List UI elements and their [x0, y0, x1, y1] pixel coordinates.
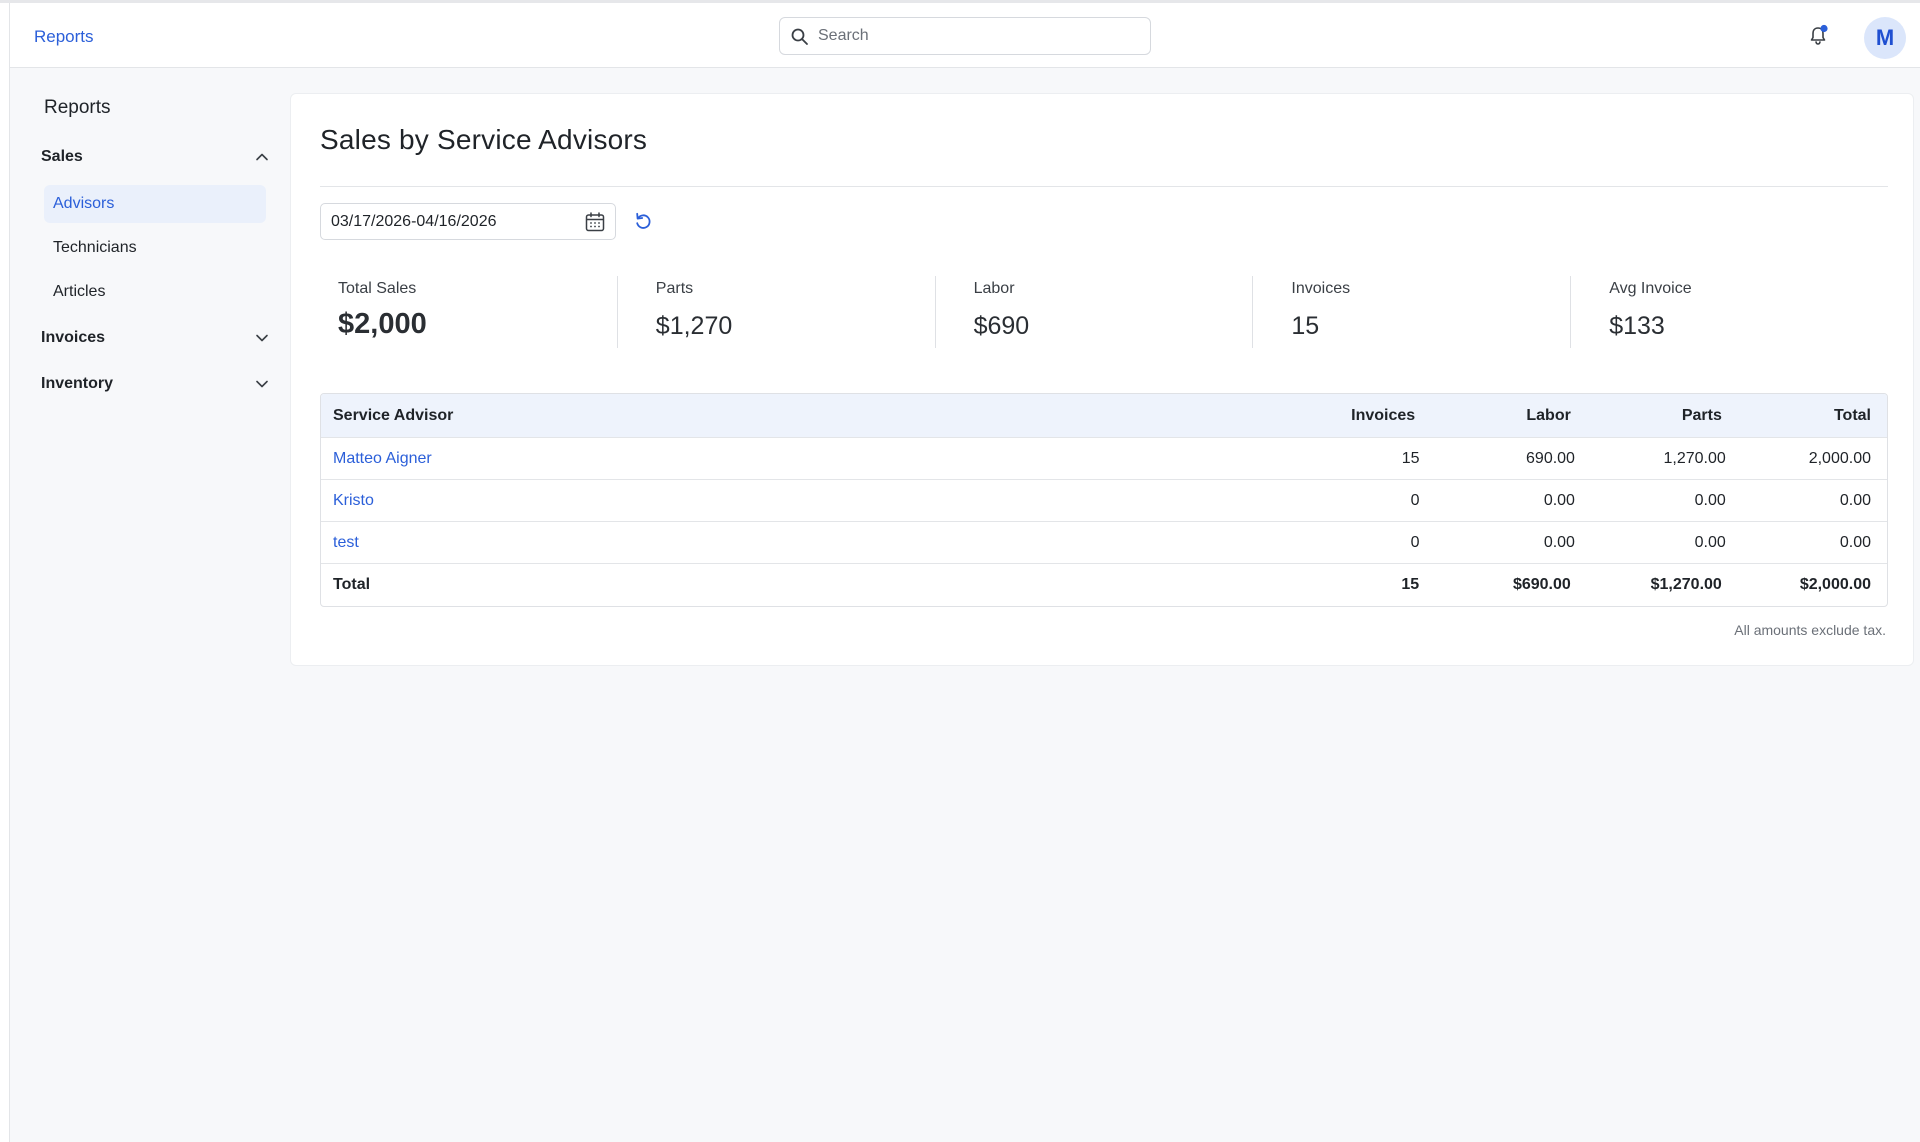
- cell-invoices: 0: [1410, 491, 1420, 509]
- table-row: Matteo Aigner 15 690.00 1,270.00 2,000.0…: [321, 437, 1887, 479]
- cell-labor: 0.00: [1543, 533, 1575, 551]
- sidebar-group-sales[interactable]: Sales: [41, 140, 271, 174]
- notification-bell-icon[interactable]: [1805, 23, 1831, 49]
- kpi-value: $690: [973, 312, 1030, 340]
- total-invoices: 15: [1401, 576, 1420, 593]
- date-range-picker[interactable]: [320, 203, 616, 240]
- breadcrumb-reports[interactable]: Reports: [34, 27, 94, 47]
- kpi-label: Avg Invoice: [1609, 280, 1692, 297]
- kpi-label: Labor: [973, 280, 1015, 297]
- cell-invoices: 0: [1410, 533, 1420, 551]
- kpi-value: $1,270: [655, 312, 733, 340]
- kpi-label: Total Sales: [338, 280, 417, 297]
- sidebar-item-advisors[interactable]: Advisors: [44, 185, 266, 223]
- date-range-input[interactable]: [331, 204, 571, 239]
- chevron-up-icon: [256, 153, 268, 161]
- table-row: test 0 0.00 0.00 0.00: [321, 521, 1887, 563]
- sidebar-group-label: Sales: [41, 148, 83, 165]
- table-row: Kristo 0 0.00 0.00 0.00: [321, 479, 1887, 521]
- kpi-value: 15: [1291, 312, 1320, 340]
- title-divider: [320, 186, 1888, 187]
- cell-labor: 690.00: [1526, 449, 1575, 467]
- cell-parts: 0.00: [1694, 491, 1726, 509]
- calendar-icon[interactable]: [584, 211, 606, 233]
- kpi-labor: Labor $690: [934, 276, 1253, 348]
- chevron-down-icon: [256, 380, 268, 388]
- advisors-table: Service Advisor Invoices Labor Parts Tot…: [320, 393, 1888, 607]
- sidebar-group-inventory[interactable]: Inventory: [41, 367, 271, 401]
- cell-total: 0.00: [1839, 533, 1871, 551]
- search-box[interactable]: [779, 17, 1151, 55]
- kpi-value: $133: [1609, 312, 1665, 340]
- page-title: Sales by Service Advisors: [320, 124, 648, 155]
- cell-invoices: 15: [1401, 449, 1420, 467]
- sidebar-group-label: Inventory: [41, 375, 114, 392]
- kpi-label: Parts: [655, 280, 694, 297]
- advisor-link[interactable]: Matteo Aigner: [333, 450, 432, 467]
- column-header-service-advisor[interactable]: Service Advisor: [321, 407, 1294, 425]
- total-total: $2,000.00: [1799, 576, 1871, 593]
- column-header-invoices[interactable]: Invoices: [1294, 407, 1429, 425]
- top-bar: Reports M: [10, 3, 1920, 68]
- reset-icon[interactable]: [632, 210, 654, 232]
- sidebar: Reports Sales Advisors Technicians Artic…: [10, 68, 280, 1142]
- cell-parts: 0.00: [1694, 533, 1726, 551]
- sidebar-item-articles[interactable]: Articles: [44, 273, 266, 311]
- kpi-invoices: Invoices 15: [1252, 276, 1570, 348]
- notification-dot: [1820, 24, 1828, 33]
- total-parts: $1,270.00: [1650, 576, 1722, 593]
- sidebar-item-technicians[interactable]: Technicians: [44, 229, 266, 267]
- kpi-total-sales: Total Sales $2,000: [320, 276, 617, 348]
- cell-total: 0.00: [1839, 491, 1871, 509]
- kpi-avg-invoice: Avg Invoice $133: [1570, 276, 1888, 348]
- sidebar-group-invoices[interactable]: Invoices: [41, 321, 271, 355]
- kpi-value: $2,000: [338, 308, 427, 340]
- cell-labor: 0.00: [1543, 491, 1575, 509]
- kpi-strip: Total Sales $2,000 Parts $1,270 Labor $6…: [320, 276, 1888, 348]
- table-total-row: Total 15 $690.00 $1,270.00 $2,000.00: [321, 563, 1887, 606]
- total-labor: $690.00: [1512, 576, 1571, 593]
- column-header-total[interactable]: Total: [1736, 407, 1887, 425]
- cell-parts: 1,270.00: [1663, 449, 1726, 467]
- total-label: Total: [333, 576, 371, 593]
- kpi-label: Invoices: [1291, 280, 1351, 297]
- advisor-link[interactable]: Kristo: [333, 492, 374, 509]
- sidebar-title: Reports: [44, 97, 111, 118]
- advisor-link[interactable]: test: [333, 534, 359, 551]
- table-header-row: Service Advisor Invoices Labor Parts Tot…: [321, 394, 1887, 437]
- cell-total: 2,000.00: [1808, 449, 1871, 467]
- chevron-down-icon: [256, 334, 268, 342]
- avatar[interactable]: M: [1864, 17, 1906, 59]
- search-icon: [791, 28, 808, 45]
- column-header-parts[interactable]: Parts: [1585, 407, 1736, 425]
- search-input[interactable]: [818, 18, 1138, 54]
- column-header-labor[interactable]: Labor: [1429, 407, 1585, 425]
- window-left-border: [0, 3, 10, 1142]
- report-card: Sales by Service Advisors Total Sales $2…: [290, 93, 1914, 666]
- kpi-parts: Parts $1,270: [616, 276, 935, 348]
- sidebar-group-label: Invoices: [41, 329, 106, 346]
- tax-footnote: All amounts exclude tax.: [1734, 622, 1886, 638]
